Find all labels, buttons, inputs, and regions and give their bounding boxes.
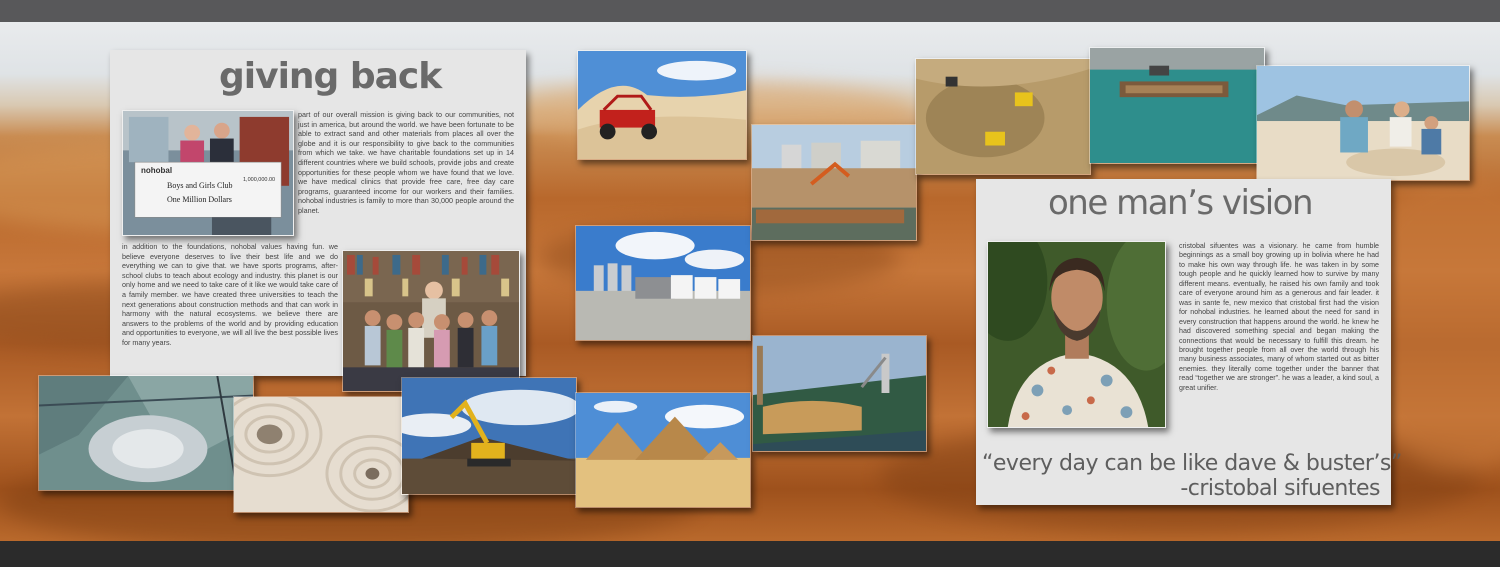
- kids-library-photo: [342, 250, 520, 392]
- cristobal-portrait-photo: [987, 241, 1166, 428]
- check-payee: Boys and Girls Club: [167, 181, 233, 190]
- check-brand: nohobal: [141, 166, 173, 175]
- sand-barge-harbor-photo: [751, 124, 917, 241]
- giving-back-paragraph-1: part of our overall mission is giving ba…: [298, 110, 514, 215]
- vision-panel: one man’s vision cristobal sifuentes was…: [976, 179, 1402, 505]
- barge-water-aerial-photo: [1089, 47, 1265, 164]
- vision-attribution: -cristobal sifuentes: [1180, 476, 1380, 501]
- excavators-aerial-photo: [915, 58, 1091, 175]
- check-amount-words: One Million Dollars: [167, 195, 232, 204]
- top-bar: [0, 0, 1500, 22]
- giving-back-title: giving back: [219, 56, 442, 97]
- excavator-sky-photo: [401, 377, 577, 495]
- vision-quote: “every day can be like dave & buster’s”: [982, 451, 1402, 476]
- salt-flats-aerial-photo: [38, 375, 254, 491]
- check-presentation-photo: nohobal 1,000,000.00 Boys and Girls Club…: [122, 110, 294, 236]
- desert-background: giving back nohobal 1,000,000.00 Boys an…: [0, 22, 1500, 541]
- vision-title: one man’s vision: [1048, 183, 1314, 223]
- check-amount: 1,000,000.00: [243, 177, 276, 183]
- bottom-bar: [0, 541, 1500, 567]
- trucks-depot-photo: [575, 225, 751, 341]
- pyramids-photo: [575, 392, 751, 508]
- vision-paragraph: cristobal sifuentes was a visionary. he …: [1179, 242, 1379, 392]
- zen-sand-stones-photo: [233, 396, 409, 513]
- grain-ship-photo: [752, 335, 927, 452]
- family-beach-photo: [1256, 65, 1470, 181]
- giving-back-paragraph-2: in addition to the foundations, nohobal …: [122, 242, 338, 347]
- giving-back-panel: giving back nohobal 1,000,000.00 Boys an…: [110, 50, 526, 392]
- dune-buggy-photo: [577, 50, 747, 160]
